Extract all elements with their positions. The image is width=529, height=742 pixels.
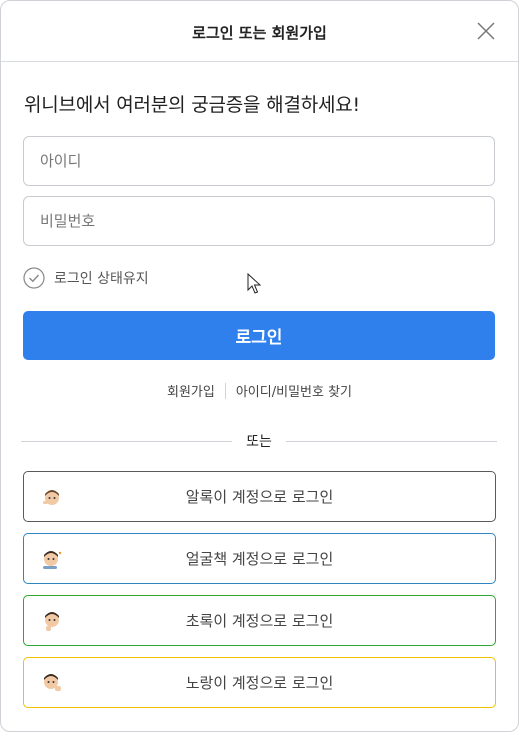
password-input[interactable] xyxy=(24,197,494,245)
keep-login-checkbox[interactable]: 로그인 상태유지 xyxy=(23,266,149,290)
link-separator xyxy=(224,382,226,399)
social-login-button-yellow[interactable]: 노랑이 계정으로 로그인 xyxy=(23,657,496,708)
social-login-label: 노랑이 계정으로 로그인 xyxy=(185,674,334,692)
id-input[interactable] xyxy=(24,137,494,185)
id-field[interactable] xyxy=(23,136,495,186)
login-modal: 로그인 또는 회원가입 위니브에서 여러분의 궁금증을 해결하세요! 로그인 상… xyxy=(0,0,519,732)
keep-login-label: 로그인 상태유지 xyxy=(54,271,149,287)
social-login-label: 알록이 계정으로 로그인 xyxy=(185,488,334,506)
avatar-icon xyxy=(43,490,59,505)
social-login-label: 얼굴책 계정으로 로그인 xyxy=(185,550,334,568)
avatar-icon xyxy=(44,674,61,691)
divider-line-left xyxy=(21,440,233,442)
account-links: 회원가입 아이디/비밀번호 찾기 xyxy=(1,381,518,400)
check-circle-icon xyxy=(23,267,45,289)
social-login-button-face[interactable]: 얼굴책 계정으로 로그인 xyxy=(23,533,496,584)
social-login-label: 초록이 계정으로 로그인 xyxy=(185,612,334,630)
social-login-button-green[interactable]: 초록이 계정으로 로그인 xyxy=(23,595,496,646)
signup-link[interactable]: 회원가입 xyxy=(167,381,215,400)
modal-title: 로그인 또는 회원가입 xyxy=(192,24,327,42)
password-field[interactable] xyxy=(23,196,495,246)
or-divider: 또는 xyxy=(21,431,498,451)
divider-text: 또는 xyxy=(246,434,272,450)
mouse-pointer-icon xyxy=(247,273,261,294)
login-button[interactable]: 로그인 xyxy=(23,311,495,360)
headline: 위니브에서 여러분의 궁금증을 해결하세요! xyxy=(24,94,360,116)
close-button[interactable] xyxy=(476,21,496,41)
social-login-button-alok[interactable]: 알록이 계정으로 로그인 xyxy=(23,471,496,522)
avatar-icon xyxy=(43,551,62,569)
find-account-link[interactable]: 아이디/비밀번호 찾기 xyxy=(236,381,352,400)
avatar-icon xyxy=(45,612,59,631)
modal-header: 로그인 또는 회원가입 xyxy=(1,1,518,62)
divider-line-right xyxy=(285,440,498,442)
close-icon xyxy=(477,22,495,40)
